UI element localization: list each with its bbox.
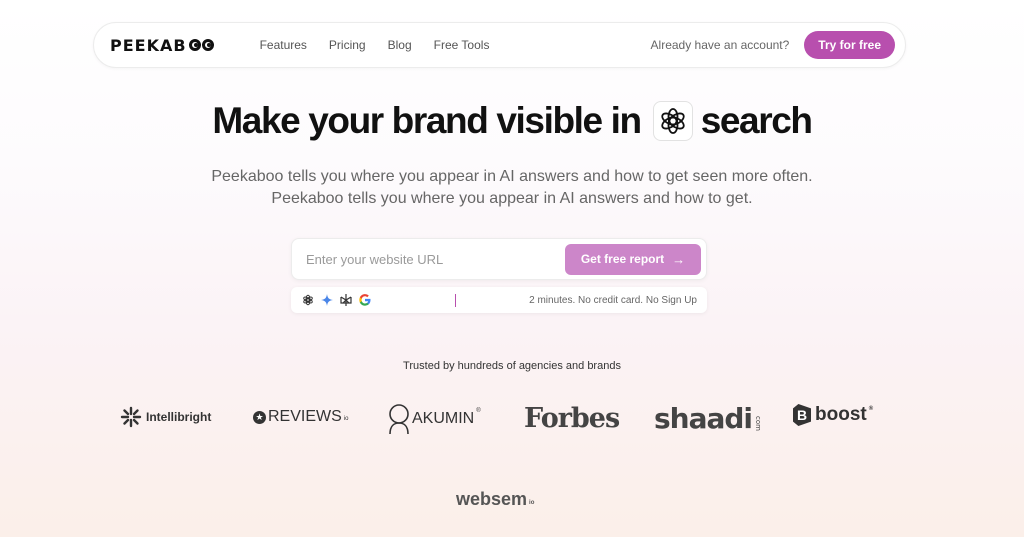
- nav-right: Already have an account? Try for free: [651, 31, 895, 59]
- boost-b-icon: B: [793, 404, 811, 426]
- brand-logo-websem: websem io: [456, 489, 534, 510]
- try-for-free-button[interactable]: Try for free: [804, 31, 895, 59]
- brand-suffix: ®: [476, 408, 481, 414]
- openai-icon: [301, 294, 314, 307]
- engine-info-bar: 2 minutes. No credit card. No Sign Up: [291, 287, 707, 313]
- google-icon: [358, 294, 371, 307]
- brand-name: Intellibright: [146, 410, 212, 424]
- brand-logo-akumin: AKUMIN ®: [386, 402, 481, 436]
- ai-engines: [301, 294, 377, 307]
- brand-name: AKUMIN: [412, 410, 475, 427]
- trusted-heading: Trusted by hundreds of agencies and bran…: [403, 360, 621, 372]
- brand-name: websem: [456, 489, 528, 509]
- brand-logo-forbes: Forbes: [524, 403, 620, 434]
- perplexity-icon: [339, 294, 352, 307]
- hero-subtitle-1: Peekaboo tells you where you appear in A…: [211, 168, 813, 185]
- nav-link-pricing[interactable]: Pricing: [329, 38, 366, 52]
- brand-name: Forbes: [524, 403, 620, 434]
- website-url-input[interactable]: [306, 251, 565, 267]
- logo-text: PEEKAB: [110, 35, 187, 55]
- nav-links: Features Pricing Blog Free Tools: [260, 38, 512, 52]
- get-free-report-button[interactable]: Get free report →: [565, 243, 701, 275]
- brand-logo-boost: B boost ®: [793, 404, 873, 426]
- logo-eyes-icon: [188, 39, 214, 51]
- login-link[interactable]: Already have an account?: [651, 38, 790, 52]
- brand-name: shaadi: [654, 402, 753, 435]
- report-meta-text: 2 minutes. No credit card. No Sign Up: [529, 294, 697, 306]
- text-cursor: [455, 293, 456, 307]
- get-free-report-label: Get free report: [580, 252, 665, 266]
- brand-name: REVIEWS: [268, 408, 342, 425]
- hero-title-prefix: Make your brand visible in: [212, 100, 642, 141]
- nav-link-features[interactable]: Features: [260, 38, 307, 52]
- brand-logo-reviews: ★ REVIEWS io: [253, 408, 348, 426]
- gemini-icon: [320, 294, 333, 307]
- brand-suffix: ®: [868, 406, 874, 412]
- brand-logo-shaadi: shaadi com: [654, 402, 762, 435]
- url-form: Get free report →: [291, 238, 707, 280]
- brand-suffix: io: [343, 416, 349, 422]
- hero-title: Make your brand visible in search: [0, 100, 1024, 142]
- nav-link-blog[interactable]: Blog: [388, 38, 412, 52]
- akumin-head-icon: [389, 404, 409, 435]
- hero-subtitle-2: Peekaboo tells you where you appear in A…: [271, 190, 753, 207]
- navbar: PEEKAB Features Pricing Blog Free Tools …: [93, 22, 906, 68]
- openai-icon: [652, 101, 693, 141]
- brand-suffix: com: [754, 416, 763, 431]
- brand-name: boost: [815, 404, 867, 425]
- brand-suffix: io: [529, 500, 535, 506]
- brand-logo-intellibright: Intellibright: [120, 406, 211, 428]
- star-badge-icon: ★: [253, 410, 266, 424]
- peekaboo-logo[interactable]: PEEKAB: [110, 36, 214, 55]
- intellibright-icon: [120, 406, 142, 428]
- arrow-right-icon: →: [672, 251, 686, 267]
- hero-title-suffix: search: [700, 100, 813, 141]
- nav-link-free-tools[interactable]: Free Tools: [434, 38, 490, 52]
